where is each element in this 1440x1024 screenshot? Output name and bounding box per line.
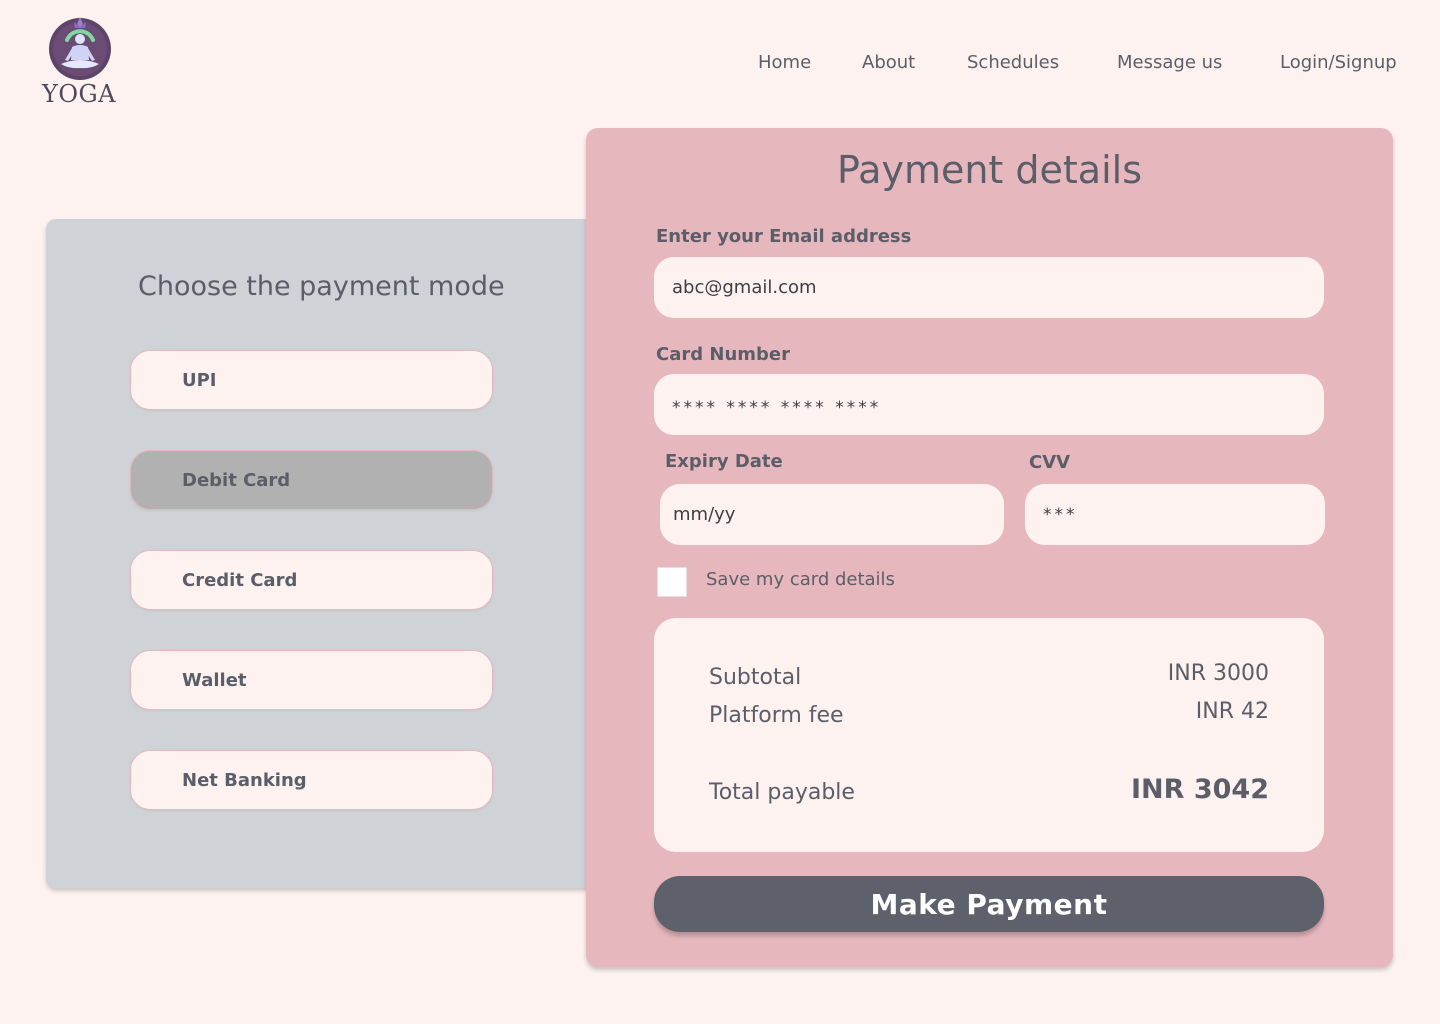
mode-option-label: Debit Card <box>182 469 291 491</box>
platform-fee-value: INR 42 <box>1195 699 1269 724</box>
nav-about[interactable]: About <box>862 52 915 73</box>
payment-mode-title: Choose the payment mode <box>138 271 505 302</box>
email-label: Enter your Email address <box>656 226 912 247</box>
subtotal-label: Subtotal <box>709 665 802 690</box>
mode-option-label: Credit Card <box>182 569 298 591</box>
card-number-value: **** **** **** **** <box>672 397 882 418</box>
mode-option-wallet[interactable]: Wallet <box>130 650 493 710</box>
expiry-placeholder: mm/yy <box>673 504 736 525</box>
cvv-value: *** <box>1043 504 1078 525</box>
mode-option-label: Net Banking <box>182 769 307 791</box>
mode-option-debit-card[interactable]: Debit Card <box>130 450 493 510</box>
brand-name: YOGA <box>41 80 117 108</box>
platform-fee-label: Platform fee <box>709 703 844 728</box>
email-value: abc@gmail.com <box>672 277 817 298</box>
mode-option-upi[interactable]: UPI <box>130 350 493 410</box>
total-payable-label: Total payable <box>709 780 855 805</box>
make-payment-label: Make Payment <box>870 887 1108 921</box>
subtotal-value: INR 3000 <box>1167 661 1269 686</box>
mode-option-label: UPI <box>182 369 217 391</box>
meditation-figure-icon <box>49 17 111 80</box>
card-number-label: Card Number <box>656 344 790 365</box>
expiry-date-input[interactable]: mm/yy <box>660 484 1004 545</box>
order-summary: Subtotal INR 3000 Platform fee INR 42 To… <box>654 618 1324 852</box>
save-card-checkbox[interactable] <box>657 567 687 597</box>
nav-schedules[interactable]: Schedules <box>967 52 1059 73</box>
total-payable-value: INR 3042 <box>1131 774 1269 805</box>
cvv-input[interactable]: *** <box>1025 484 1325 545</box>
mode-option-net-banking[interactable]: Net Banking <box>130 750 493 810</box>
brand-logo[interactable]: YOGA <box>36 14 122 110</box>
expiry-date-label: Expiry Date <box>665 451 783 472</box>
card-number-input[interactable]: **** **** **** **** <box>654 374 1324 435</box>
mode-option-credit-card[interactable]: Credit Card <box>130 550 493 610</box>
payment-details-panel: Payment details Enter your Email address… <box>586 128 1393 967</box>
nav-login-signup[interactable]: Login/Signup <box>1280 52 1397 73</box>
email-input[interactable]: abc@gmail.com <box>654 257 1324 318</box>
nav-message-us[interactable]: Message us <box>1117 52 1222 73</box>
nav-home[interactable]: Home <box>758 52 811 73</box>
save-card-label: Save my card details <box>706 569 895 590</box>
mode-option-label: Wallet <box>182 669 247 691</box>
make-payment-button[interactable]: Make Payment <box>654 876 1324 932</box>
payment-details-title: Payment details <box>836 148 1143 192</box>
payment-mode-panel: Choose the payment mode UPI Debit Card C… <box>46 219 606 888</box>
cvv-label: CVV <box>1029 452 1071 473</box>
